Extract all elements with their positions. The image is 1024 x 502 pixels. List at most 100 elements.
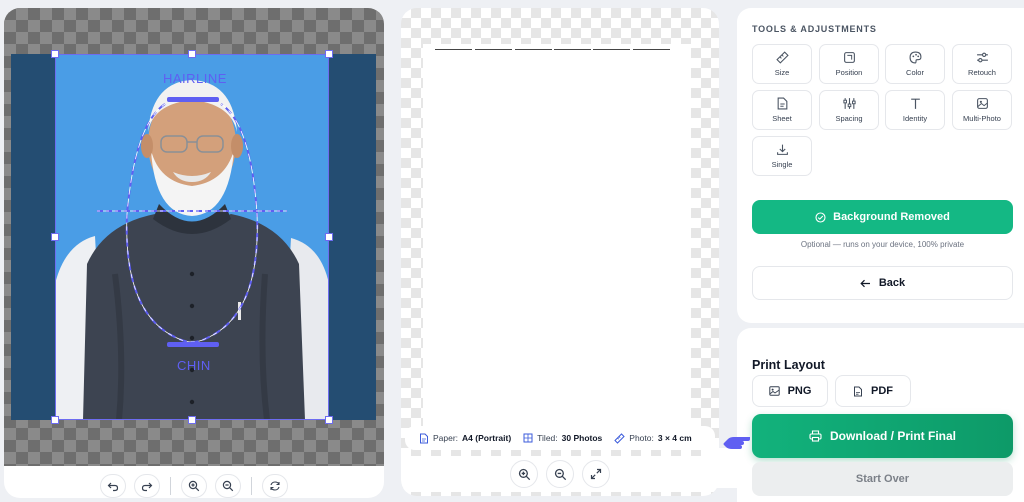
ruler-icon	[775, 51, 789, 64]
preview-zoom-in-button[interactable]	[510, 460, 538, 488]
undo-button[interactable]	[100, 474, 126, 498]
preview-zoom-out-button[interactable]	[546, 460, 574, 488]
photo-editor-panel: HAIRLINE CHIN	[4, 8, 384, 498]
crop-handle-right[interactable]	[325, 233, 333, 241]
tool-multi-photo-label: Multi-Photo	[963, 114, 1001, 123]
zoom-out-icon	[222, 480, 234, 492]
tool-multi-photo-button[interactable]: Multi-Photo	[952, 90, 1012, 130]
toolbar-divider	[251, 477, 252, 495]
zoom-in-icon	[518, 468, 530, 480]
tile-row-line	[435, 49, 472, 50]
toolbar-divider	[170, 477, 171, 495]
crop-frame[interactable]	[55, 54, 329, 420]
paper-value: A4 (Portrait)	[462, 433, 512, 443]
print-layout-card: Print Layout PNG PDF Download / Print Fi…	[737, 328, 1024, 502]
tile-row-line	[593, 49, 630, 50]
back-label: Back	[878, 277, 906, 289]
spacing-icon	[842, 98, 856, 109]
editor-toolbar	[4, 474, 384, 498]
text-icon	[910, 98, 920, 109]
tool-color-label: Color	[906, 68, 924, 77]
background-removed-button[interactable]: Background Removed	[752, 200, 1013, 234]
document-icon	[777, 97, 787, 110]
paper-label: Paper:	[433, 433, 459, 443]
undo-icon	[107, 482, 119, 492]
redo-button[interactable]	[134, 474, 160, 498]
grid-icon	[523, 433, 533, 443]
tool-sheet-button[interactable]: Sheet	[752, 90, 812, 130]
document-icon	[420, 433, 428, 443]
sheet-info-bar: Paper: A4 (Portrait) Tiled: 30 Photos Ph…	[405, 426, 715, 450]
background-removed-label: Background Removed	[833, 211, 950, 223]
photo-label: Photo:	[629, 433, 654, 443]
back-button[interactable]: Back	[752, 266, 1013, 300]
reset-button[interactable]	[262, 474, 288, 498]
crop-handle-top[interactable]	[188, 50, 196, 58]
zoom-in-button[interactable]	[181, 474, 207, 498]
pdf-file-icon	[854, 386, 862, 396]
photo-value: 3 × 4 cm	[657, 433, 692, 443]
format-png-button[interactable]: PNG	[752, 375, 828, 407]
tool-position-button[interactable]: Position	[819, 44, 879, 84]
crop-icon	[843, 52, 855, 63]
tool-retouch-button[interactable]: Retouch	[952, 44, 1012, 84]
tile-row-line	[554, 49, 591, 50]
download-print-final-label: Download / Print Final	[830, 429, 956, 443]
printer-icon	[809, 430, 822, 442]
palette-icon	[909, 51, 921, 64]
tools-card: TOOLS & ADJUSTMENTS Size Position Color …	[737, 8, 1024, 323]
format-pdf-button[interactable]: PDF	[835, 375, 911, 407]
redo-icon	[141, 482, 153, 492]
download-icon	[776, 144, 788, 155]
background-right	[329, 54, 376, 420]
arrow-left-icon	[860, 279, 870, 287]
photo-size-info: Photo: 3 × 4 cm	[614, 432, 692, 444]
start-over-button[interactable]: Start Over	[752, 462, 1013, 496]
a4-sheet-preview[interactable]	[423, 44, 691, 436]
tool-single-label: Single	[771, 160, 793, 169]
background-left	[11, 54, 55, 420]
check-circle-icon	[815, 211, 826, 223]
crop-handle-top-left[interactable]	[51, 50, 59, 58]
paper-info: Paper: A4 (Portrait)	[419, 433, 511, 444]
start-over-label: Start Over	[855, 473, 910, 485]
crop-handle-bottom-left[interactable]	[51, 416, 59, 424]
images-icon	[976, 98, 988, 109]
crop-handle-bottom-right[interactable]	[325, 416, 333, 424]
crop-handle-left[interactable]	[51, 233, 59, 241]
tile-row-line	[515, 49, 552, 50]
print-preview-panel: Paper: A4 (Portrait) Tiled: 30 Photos Ph…	[401, 8, 719, 496]
tool-color-button[interactable]: Color	[885, 44, 945, 84]
crop-handle-top-right[interactable]	[325, 50, 333, 58]
zoom-out-button[interactable]	[215, 474, 241, 498]
crop-handle-bottom[interactable]	[188, 416, 196, 424]
tool-identity-label: Identity	[902, 114, 928, 123]
image-icon	[768, 386, 780, 396]
tool-single-button[interactable]: Single	[752, 136, 812, 176]
privacy-note: Optional — runs on your device, 100% pri…	[800, 240, 965, 249]
tool-size-button[interactable]: Size	[752, 44, 812, 84]
tool-sheet-label: Sheet	[772, 114, 792, 123]
download-print-final-button[interactable]: Download / Print Final	[752, 414, 1013, 458]
tool-spacing-button[interactable]: Spacing	[819, 90, 879, 130]
tile-row-line	[633, 49, 670, 50]
preview-zoom-bar	[401, 456, 719, 492]
reset-icon	[270, 481, 280, 491]
tool-spacing-label: Spacing	[835, 114, 863, 123]
tile-row-line	[475, 49, 512, 50]
tiled-value: 30 Photos	[561, 433, 603, 443]
fullscreen-button[interactable]	[582, 460, 610, 488]
pointing-hand-icon	[723, 437, 750, 449]
tools-title: TOOLS & ADJUSTMENTS	[752, 24, 877, 34]
editor-canvas[interactable]: HAIRLINE CHIN	[4, 8, 384, 466]
print-layout-title: Print Layout	[752, 358, 825, 372]
sliders-icon	[976, 52, 988, 63]
tool-retouch-label: Retouch	[968, 68, 996, 77]
tool-identity-button[interactable]: Identity	[885, 90, 945, 130]
tool-position-label: Position	[835, 68, 863, 77]
tiled-info: Tiled: 30 Photos	[523, 433, 602, 443]
ruler-icon	[614, 432, 625, 444]
fullscreen-icon	[590, 468, 602, 480]
tool-size-label: Size	[774, 68, 790, 77]
zoom-out-icon	[554, 468, 566, 480]
